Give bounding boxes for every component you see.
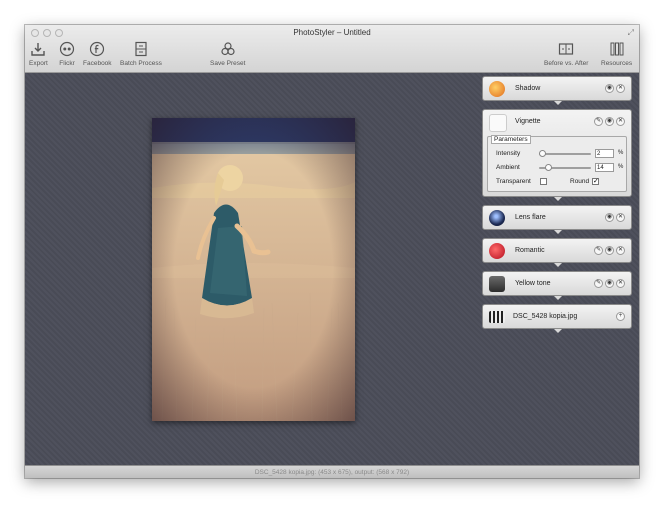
ambient-unit: % bbox=[618, 164, 624, 170]
ambient-slider-knob[interactable] bbox=[545, 164, 552, 171]
remove-effect-icon[interactable]: ✕ bbox=[616, 84, 625, 93]
effect-card-vignette[interactable]: Vignette ✎ ◉ ✕ Parameters Intensity 2 % … bbox=[482, 109, 632, 201]
effect-card-shadow[interactable]: Shadow ◉ ✕ bbox=[482, 76, 632, 105]
status-bar: DSC_5428 kopia.jpg: (453 x 675), output:… bbox=[25, 465, 639, 478]
romantic-icon bbox=[489, 243, 505, 259]
round-label: Round bbox=[570, 178, 590, 185]
remove-effect-icon[interactable]: ✕ bbox=[616, 246, 625, 255]
intensity-unit: % bbox=[618, 150, 624, 156]
edit-brush-icon[interactable]: ✎ bbox=[594, 246, 603, 255]
effect-card-lens-flare[interactable]: Lens flare ◉ ✕ bbox=[482, 205, 632, 234]
batch-process-icon bbox=[135, 41, 147, 57]
export-button[interactable]: Export bbox=[29, 41, 48, 67]
batch-process-button[interactable]: Batch Process bbox=[120, 41, 162, 67]
app-window: PhotoStyler – Untitled ⤢ Export Flickr F… bbox=[25, 25, 639, 478]
facebook-button[interactable]: Facebook bbox=[83, 41, 112, 67]
ambient-value-field[interactable]: 14 bbox=[595, 163, 614, 172]
parameters-title: Parameters bbox=[491, 135, 531, 144]
edit-brush-icon[interactable]: ✎ bbox=[594, 117, 603, 126]
ambient-label: Ambient bbox=[496, 164, 520, 171]
save-preset-icon bbox=[221, 42, 235, 56]
visibility-eye-icon[interactable]: ◉ bbox=[605, 213, 614, 222]
effect-name: Yellow tone bbox=[515, 280, 551, 287]
edit-brush-icon[interactable]: ✎ bbox=[594, 279, 603, 288]
vignette-parameters-box: Parameters Intensity 2 % Ambient 14 % Tr… bbox=[487, 135, 627, 192]
effect-card-romantic[interactable]: Romantic ✎ ◉ ✕ bbox=[482, 238, 632, 267]
flickr-button[interactable]: Flickr bbox=[59, 41, 75, 67]
intensity-slider[interactable] bbox=[539, 150, 591, 157]
transparent-label: Transparent bbox=[496, 178, 531, 185]
effect-name: Shadow bbox=[515, 85, 541, 92]
export-icon bbox=[31, 43, 46, 56]
remove-effect-icon[interactable]: ✕ bbox=[616, 279, 625, 288]
photo-preview bbox=[152, 118, 355, 421]
remove-effect-icon[interactable]: ✕ bbox=[616, 213, 625, 222]
effect-name: Lens flare bbox=[515, 214, 546, 221]
save-preset-label: Save Preset bbox=[210, 60, 246, 67]
add-effect-icon[interactable]: + bbox=[616, 312, 625, 321]
visibility-eye-icon[interactable]: ◉ bbox=[605, 117, 614, 126]
intensity-slider-knob[interactable] bbox=[539, 150, 546, 157]
transparent-checkbox[interactable] bbox=[540, 178, 547, 185]
batch-process-label: Batch Process bbox=[120, 60, 162, 67]
window-title: PhotoStyler – Untitled bbox=[293, 28, 371, 37]
effect-card-source-image[interactable]: DSC_5428 kopia.jpg + bbox=[482, 304, 632, 333]
shadow-effect-icon bbox=[489, 81, 505, 97]
remove-effect-icon[interactable]: ✕ bbox=[616, 117, 625, 126]
flickr-icon bbox=[59, 41, 75, 57]
title-bar: PhotoStyler – Untitled ⤢ Export Flickr F… bbox=[25, 25, 639, 73]
status-text: DSC_5428 kopia.jpg: (453 x 675), output:… bbox=[254, 469, 410, 476]
yellow-tone-icon bbox=[489, 276, 505, 292]
resources-label: Resources bbox=[601, 60, 633, 67]
vignette-overlay bbox=[152, 118, 355, 421]
fullscreen-icon[interactable]: ⤢ bbox=[628, 28, 634, 38]
before-after-button[interactable]: Before vs. After bbox=[544, 41, 588, 67]
export-label: Export bbox=[29, 60, 48, 67]
effect-name: Vignette bbox=[515, 118, 541, 125]
image-canvas[interactable]: Shadow ◉ ✕ Vignette ✎ ◉ ✕ Parameters Int… bbox=[25, 73, 639, 465]
effect-name: DSC_5428 kopia.jpg bbox=[513, 313, 578, 320]
before-after-label: Before vs. After bbox=[544, 60, 589, 67]
source-image-icon bbox=[489, 311, 505, 323]
lens-flare-icon bbox=[489, 210, 505, 226]
flickr-label: Flickr bbox=[59, 60, 75, 67]
visibility-eye-icon[interactable]: ◉ bbox=[605, 279, 614, 288]
visibility-eye-icon[interactable]: ◉ bbox=[605, 246, 614, 255]
round-checkbox[interactable]: ✓ bbox=[592, 178, 599, 185]
ambient-slider[interactable] bbox=[539, 164, 591, 171]
intensity-value-field[interactable]: 2 bbox=[595, 149, 614, 158]
effect-card-yellow-tone[interactable]: Yellow tone ✎ ◉ ✕ bbox=[482, 271, 632, 300]
before-after-icon bbox=[559, 43, 574, 55]
save-preset-button[interactable]: Save Preset bbox=[210, 41, 245, 67]
facebook-icon bbox=[90, 41, 105, 57]
intensity-label: Intensity bbox=[496, 150, 521, 157]
vignette-effect-icon bbox=[489, 114, 507, 132]
resources-button[interactable]: Resources bbox=[601, 41, 632, 67]
facebook-label: Facebook bbox=[83, 60, 112, 67]
resources-icon bbox=[610, 42, 624, 56]
visibility-eye-icon[interactable]: ◉ bbox=[605, 84, 614, 93]
effect-name: Romantic bbox=[515, 247, 545, 254]
effects-panel: Shadow ◉ ✕ Vignette ✎ ◉ ✕ Parameters Int… bbox=[482, 76, 632, 337]
